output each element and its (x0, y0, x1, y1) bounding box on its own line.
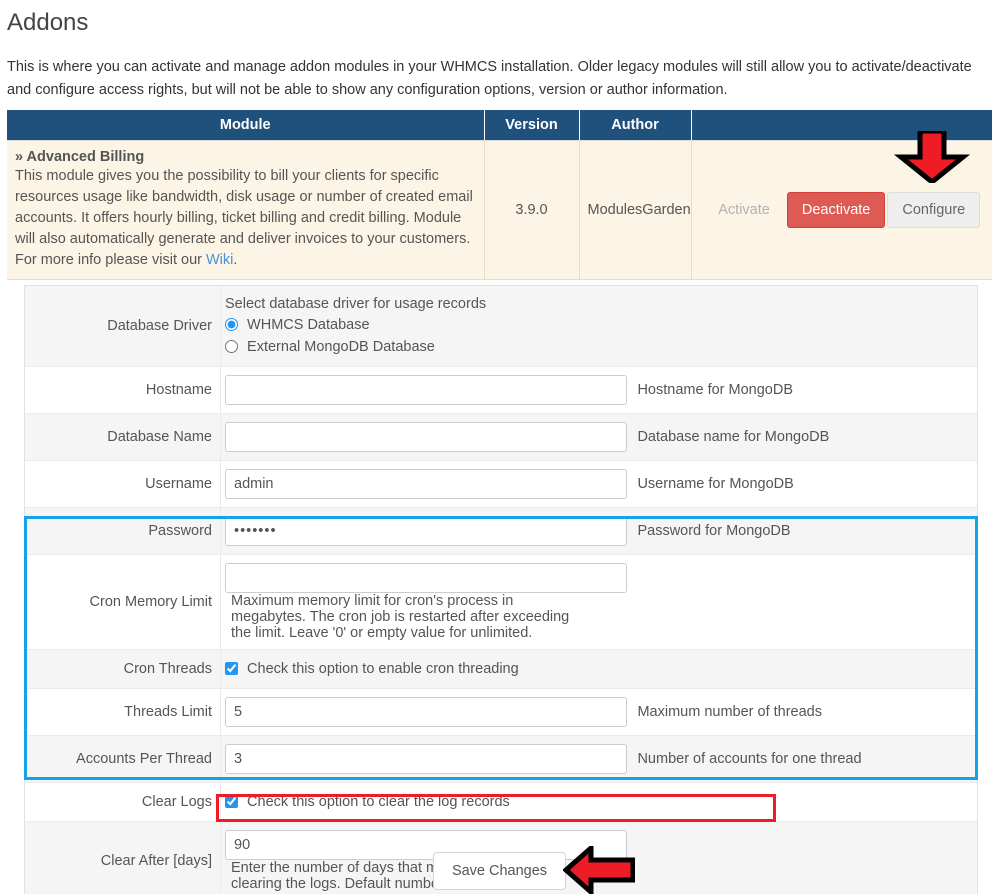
column-header-version: Version (484, 110, 580, 141)
database-driver-radio-whmcs[interactable] (225, 318, 238, 331)
radio-label-whmcs-database: WHMCS Database (247, 317, 370, 333)
clear-logs-checkbox[interactable] (225, 795, 238, 808)
form-row-username: Username Username for MongoDB (25, 461, 977, 508)
activate-button[interactable]: Activate (703, 192, 785, 229)
label-username: Username (25, 461, 221, 507)
label-cron-threads: Cron Threads (25, 650, 221, 688)
hostname-input[interactable] (225, 375, 627, 405)
column-header-author: Author (579, 110, 692, 141)
column-header-module: Module (7, 110, 485, 141)
form-row-database-driver: Database Driver Select database driver f… (25, 286, 977, 367)
form-row-hostname: Hostname Hostname for MongoDB (25, 367, 977, 414)
save-button-container: Save Changes (0, 852, 999, 890)
label-clear-logs: Clear Logs (25, 783, 221, 821)
radio-option-external-mongodb[interactable]: External MongoDB Database (225, 336, 977, 358)
label-database-driver: Database Driver (25, 286, 221, 366)
accounts-per-thread-help: Number of accounts for one thread (637, 751, 862, 767)
module-info-cell: » Advanced Billing This module gives you… (7, 140, 485, 280)
clear-logs-checkbox-label: Check this option to clear the log recor… (247, 794, 510, 810)
radio-label-external-mongodb: External MongoDB Database (247, 339, 435, 355)
label-database-name: Database Name (25, 414, 221, 460)
threads-limit-input[interactable] (225, 697, 627, 727)
module-actions-cell: Activate Deactivate Configure (691, 140, 992, 280)
form-row-cron-threads: Cron Threads Check this option to enable… (25, 650, 977, 689)
cron-memory-limit-input[interactable] (225, 563, 627, 593)
threads-limit-help: Maximum number of threads (637, 704, 822, 720)
form-row-threads-limit: Threads Limit Maximum number of threads (25, 689, 977, 736)
form-row-cron-memory-limit: Cron Memory Limit Maximum memory limit f… (25, 555, 977, 650)
username-help: Username for MongoDB (637, 476, 794, 492)
label-password: Password (25, 508, 221, 554)
radio-option-whmcs-database[interactable]: WHMCS Database (225, 314, 977, 336)
clear-logs-checkbox-row[interactable]: Check this option to clear the log recor… (225, 791, 977, 813)
database-driver-radio-mongodb[interactable] (225, 340, 238, 353)
deactivate-button[interactable]: Deactivate (786, 191, 886, 229)
accounts-per-thread-input[interactable] (225, 744, 627, 774)
form-row-clear-logs: Clear Logs Check this option to clear th… (25, 783, 977, 822)
username-input[interactable] (225, 469, 627, 499)
module-name: » Advanced Billing (15, 149, 145, 165)
label-threads-limit: Threads Limit (25, 689, 221, 735)
page-title: Addons (7, 9, 89, 36)
database-name-help: Database name for MongoDB (637, 429, 830, 445)
table-row: » Advanced Billing This module gives you… (7, 140, 992, 280)
form-row-password: Password Password for MongoDB (25, 508, 977, 555)
label-accounts-per-thread: Accounts Per Thread (25, 736, 221, 782)
addon-modules-table: Module Version Author » Advanced Billing… (7, 110, 992, 280)
password-help: Password for MongoDB (637, 523, 791, 539)
password-input[interactable] (225, 516, 627, 546)
module-author: ModulesGarden (579, 140, 692, 280)
table-header-row: Module Version Author (7, 110, 992, 141)
cron-threads-checkbox[interactable] (225, 662, 238, 675)
save-changes-button[interactable]: Save Changes (432, 852, 567, 890)
database-name-input[interactable] (225, 422, 627, 452)
cron-memory-limit-help: Maximum memory limit for cron's process … (231, 593, 570, 641)
column-header-actions (691, 110, 992, 141)
module-description-text: This module gives you the possibility to… (15, 168, 473, 268)
cron-threads-checkbox-row[interactable]: Check this option to enable cron threadi… (225, 658, 977, 680)
label-cron-memory-limit: Cron Memory Limit (25, 555, 221, 649)
configure-button[interactable]: Configure (887, 191, 981, 229)
cron-threads-checkbox-label: Check this option to enable cron threadi… (247, 661, 519, 677)
database-driver-hint: Select database driver for usage records (225, 296, 487, 312)
page-intro-text: This is where you can activate and manag… (7, 59, 972, 98)
hostname-help: Hostname for MongoDB (637, 382, 793, 398)
module-description: This module gives you the possibility to… (15, 166, 476, 271)
module-description-suffix: . (233, 252, 238, 268)
form-row-accounts-per-thread: Accounts Per Thread Number of accounts f… (25, 736, 977, 783)
label-hostname: Hostname (25, 367, 221, 413)
module-configuration-form: Database Driver Select database driver f… (24, 285, 978, 894)
module-version: 3.9.0 (484, 140, 580, 280)
wiki-link[interactable]: Wiki (206, 252, 233, 268)
form-row-database-name: Database Name Database name for MongoDB (25, 414, 977, 461)
addons-page: Addons This is where you can activate an… (0, 0, 999, 894)
